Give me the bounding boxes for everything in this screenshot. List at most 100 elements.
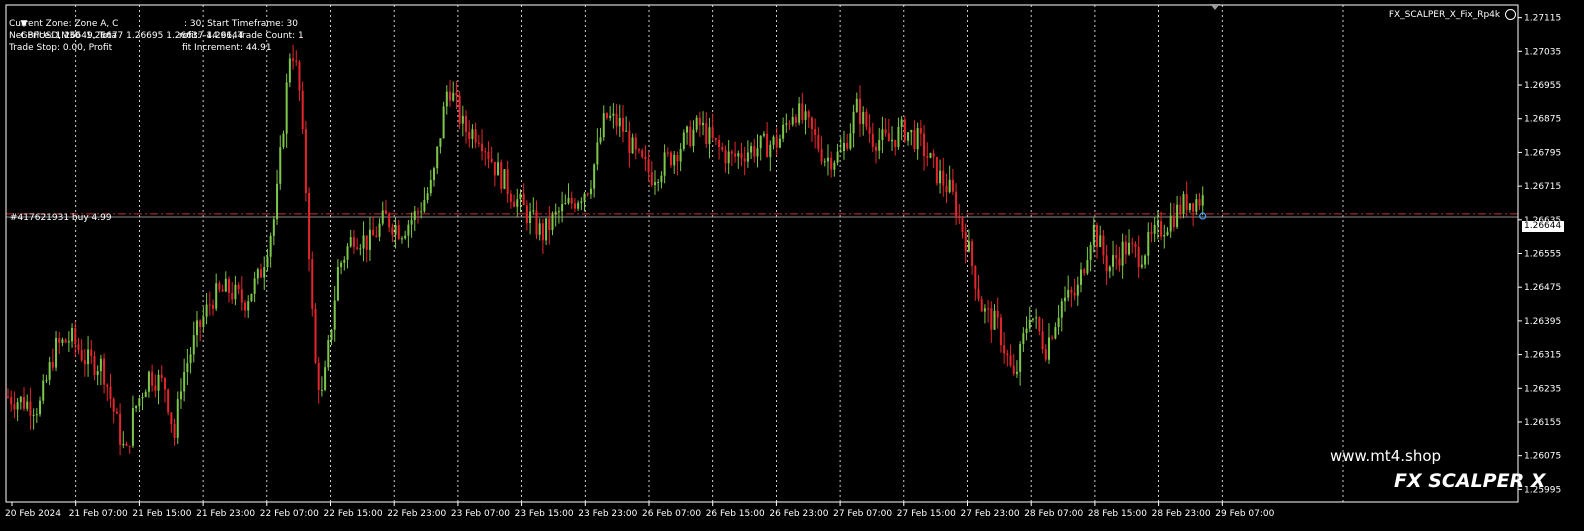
candle-body xyxy=(1096,225,1099,248)
candle-body xyxy=(493,161,496,176)
candle-body xyxy=(1086,260,1089,274)
candle-body xyxy=(205,304,208,317)
candle-body xyxy=(276,183,279,220)
candle-body xyxy=(439,138,442,147)
candle-body xyxy=(292,58,295,61)
candle-body xyxy=(509,193,512,202)
candle-body xyxy=(487,151,490,160)
candle-body xyxy=(637,149,640,151)
candle-body xyxy=(670,152,673,166)
candle-body xyxy=(935,156,938,184)
candle-body xyxy=(436,146,439,169)
candle-body xyxy=(1137,247,1140,268)
candle-body xyxy=(801,103,804,120)
candle-body xyxy=(737,153,740,157)
candle-body xyxy=(42,380,45,401)
candle-body xyxy=(189,354,192,364)
candle-body xyxy=(730,151,733,154)
price-axis-label: 1.26555 xyxy=(1524,250,1561,260)
candle-body xyxy=(807,111,810,118)
candle-body xyxy=(468,131,471,140)
candle-body xyxy=(128,445,131,447)
time-axis-label: 23 Feb 07:00 xyxy=(451,509,510,519)
candle-body xyxy=(1047,337,1050,360)
order-label[interactable]: #417621931 buy 4.99 xyxy=(10,213,112,223)
candle-body xyxy=(497,162,500,176)
candle-body xyxy=(1015,371,1018,374)
smiley-icon xyxy=(1505,9,1516,20)
candle-body xyxy=(753,146,756,157)
candle-body xyxy=(782,124,785,139)
candle-body xyxy=(80,350,83,361)
candle-body xyxy=(609,115,612,118)
candle-body xyxy=(420,211,423,213)
candle-body xyxy=(320,389,323,391)
candle-body xyxy=(823,161,826,163)
candle-body xyxy=(106,384,109,387)
candle-body xyxy=(147,371,150,392)
candle-body xyxy=(71,327,74,342)
candle-body xyxy=(336,267,339,301)
candle-body xyxy=(746,152,749,162)
candle-body xyxy=(817,134,820,150)
candle-body xyxy=(458,95,461,124)
candle-body xyxy=(839,150,842,152)
candle-body xyxy=(666,152,669,154)
candle-body xyxy=(506,169,509,194)
candle-body xyxy=(1009,355,1012,366)
watermark-title: FX SCALPER X xyxy=(1394,470,1546,492)
price-axis-label: 1.26795 xyxy=(1524,148,1561,158)
candle-body xyxy=(285,82,288,134)
candle-body xyxy=(1073,292,1076,296)
candle-body xyxy=(686,126,689,133)
candle-body xyxy=(589,188,592,195)
candle-body xyxy=(247,301,250,311)
candle-body xyxy=(39,400,42,415)
candle-body xyxy=(615,113,618,127)
candle-body xyxy=(961,217,964,233)
candle-body xyxy=(1131,242,1134,244)
chart-shift-marker-icon[interactable] xyxy=(1210,4,1220,10)
candle-body xyxy=(778,138,781,148)
candle-body xyxy=(586,193,589,195)
candle-body xyxy=(279,147,282,184)
candle-body xyxy=(977,288,980,300)
candle-body xyxy=(45,379,48,381)
candle-body xyxy=(647,159,650,173)
candle-body xyxy=(1201,195,1204,206)
candle-body xyxy=(90,349,93,356)
candle-body xyxy=(634,137,637,150)
candle-body xyxy=(413,211,416,221)
candle-body xyxy=(179,391,182,400)
candle-body xyxy=(1044,349,1047,360)
candle-body xyxy=(64,339,67,343)
time-axis-label: 28 Feb 15:00 xyxy=(1088,509,1147,519)
candle-body xyxy=(804,111,807,120)
candle-body xyxy=(945,185,948,193)
time-axis-label: 28 Feb 23:00 xyxy=(1152,509,1211,519)
candle-body xyxy=(923,133,926,157)
candle-body xyxy=(32,414,35,416)
candle-body xyxy=(740,153,743,159)
candle-body xyxy=(718,140,721,148)
candle-body xyxy=(1102,235,1105,256)
candle-body xyxy=(842,142,845,151)
candle-body xyxy=(1140,264,1143,268)
candle-body xyxy=(1182,194,1185,215)
candle-body xyxy=(195,320,198,336)
price-axis-label: 1.27115 xyxy=(1524,14,1561,24)
info-line-2: Net Price: 1.26649, Tota xyxy=(9,31,117,41)
info-line-2-right: rofit: -44.91, Trade Count: 1 xyxy=(179,31,304,41)
candle-body xyxy=(849,133,852,149)
candle-body xyxy=(999,317,1002,346)
candle-body xyxy=(698,117,701,126)
candle-body xyxy=(1003,345,1006,354)
candle-body xyxy=(465,115,468,132)
chart-window[interactable]: 20 Feb 2024 21 Feb 07:00 21 Feb 15:00 21 Fe… xyxy=(0,0,1584,531)
candle-body xyxy=(176,399,179,438)
candle-body xyxy=(282,133,285,148)
time-axis-label: 23 Feb 23:00 xyxy=(578,509,637,519)
candle-body xyxy=(1112,255,1115,267)
candle-body xyxy=(711,127,714,138)
candle-body xyxy=(1128,242,1131,255)
